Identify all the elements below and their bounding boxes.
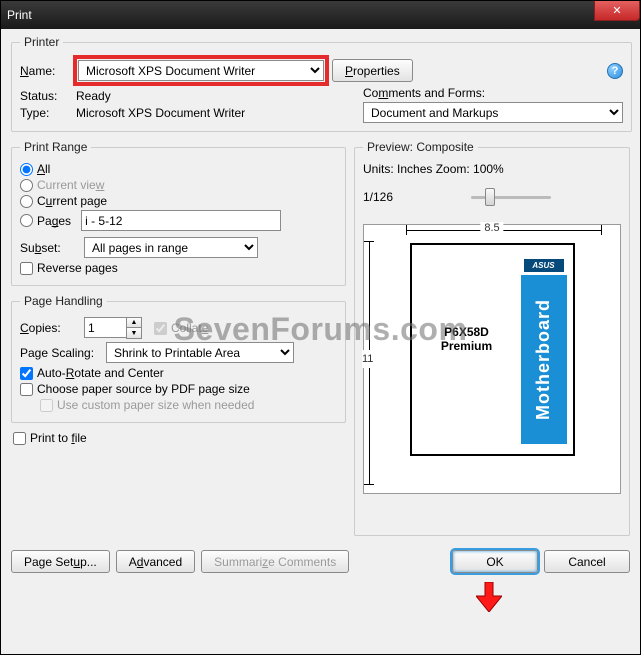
chevron-up-icon[interactable]: ▲: [127, 318, 141, 328]
range-all-label: All: [37, 162, 50, 176]
properties-button[interactable]: Properties: [332, 59, 413, 82]
copies-input[interactable]: [84, 317, 126, 338]
custom-size-label: Use custom paper size when needed: [57, 398, 254, 412]
titlebar[interactable]: Print ✕: [1, 1, 640, 29]
print-range-legend: Print Range: [20, 140, 91, 154]
name-label: Name:: [20, 64, 70, 78]
type-label: Type:: [20, 106, 70, 120]
subset-select[interactable]: All pages in range: [84, 237, 258, 258]
summarize-comments-button: Summarize Comments: [201, 550, 349, 573]
preview-height-label: 11: [362, 350, 373, 368]
choose-source-label: Choose paper source by PDF page size: [37, 382, 250, 396]
window-title: Print: [7, 8, 32, 22]
asus-logo: ASUS: [524, 259, 564, 272]
preview-legend: Preview: Composite: [363, 140, 478, 154]
preview-group: Preview: Composite Units: Inches Zoom: 1…: [354, 140, 630, 536]
collate-label: Collate: [171, 321, 208, 335]
comments-select[interactable]: Document and Markups: [363, 102, 623, 123]
page-handling-group: Page Handling Copies: ▲▼ Collate Page Sc…: [11, 294, 346, 423]
printer-legend: Printer: [20, 35, 63, 49]
comments-label: Comments and Forms:: [363, 86, 623, 100]
preview-page-count: 1/126: [363, 190, 463, 204]
advanced-button[interactable]: Advanced: [116, 550, 195, 573]
preview-page: ASUS Motherboard P6X58DPremium: [410, 243, 575, 456]
printer-group: Printer Name: Microsoft XPS Document Wri…: [11, 35, 632, 132]
close-icon[interactable]: ✕: [594, 1, 640, 21]
chevron-down-icon[interactable]: ▼: [127, 328, 141, 338]
preview-units: Units: Inches Zoom: 100%: [363, 162, 621, 176]
range-current-page-radio[interactable]: [20, 195, 33, 208]
range-current-page-label: Current page: [37, 194, 107, 208]
range-all-radio[interactable]: [20, 163, 33, 176]
print-range-group: Print Range All Current view Current pag…: [11, 140, 346, 286]
pages-input[interactable]: [81, 210, 281, 231]
subset-label: Subset:: [20, 241, 78, 255]
range-pages-label: Pages: [37, 214, 71, 228]
page-setup-button[interactable]: Page Setup...: [11, 550, 110, 573]
type-value: Microsoft XPS Document Writer: [76, 106, 245, 120]
print-dialog: Print ✕ Printer Name: Microsoft XPS Docu…: [0, 0, 641, 655]
preview-width-label: 8.5: [480, 222, 503, 234]
choose-source-check[interactable]: [20, 383, 33, 396]
reverse-pages-label: Reverse pages: [37, 261, 118, 275]
range-current-view-label: Current view: [37, 178, 104, 192]
custom-size-check: [40, 399, 53, 412]
copies-stepper[interactable]: ▲▼: [84, 317, 142, 339]
reverse-pages-check[interactable]: [20, 262, 33, 275]
scaling-label: Page Scaling:: [20, 346, 100, 360]
preview-doc-title: P6X58DPremium: [432, 325, 502, 353]
copies-label: Copies:: [20, 321, 78, 335]
zoom-slider[interactable]: [471, 196, 551, 199]
cancel-button[interactable]: Cancel: [544, 550, 630, 573]
status-value: Ready: [76, 89, 111, 103]
auto-rotate-check[interactable]: [20, 367, 33, 380]
status-label: Status:: [20, 89, 70, 103]
range-pages-radio[interactable]: [20, 214, 33, 227]
preview-canvas: 8.5 11 ASUS Motherboard P6X58DPremium: [363, 224, 621, 494]
range-current-view-radio[interactable]: [20, 179, 33, 192]
help-icon[interactable]: ?: [607, 63, 623, 79]
page-handling-legend: Page Handling: [20, 294, 107, 308]
print-to-file-label: Print to file: [30, 431, 87, 445]
scaling-select[interactable]: Shrink to Printable Area: [106, 342, 294, 363]
ok-button[interactable]: OK: [452, 550, 538, 573]
printer-name-select[interactable]: Microsoft XPS Document Writer: [78, 60, 324, 81]
print-to-file-check[interactable]: [13, 432, 26, 445]
motherboard-band: Motherboard: [521, 275, 567, 444]
collate-check: [154, 322, 167, 335]
auto-rotate-label: Auto-Rotate and Center: [37, 366, 164, 380]
